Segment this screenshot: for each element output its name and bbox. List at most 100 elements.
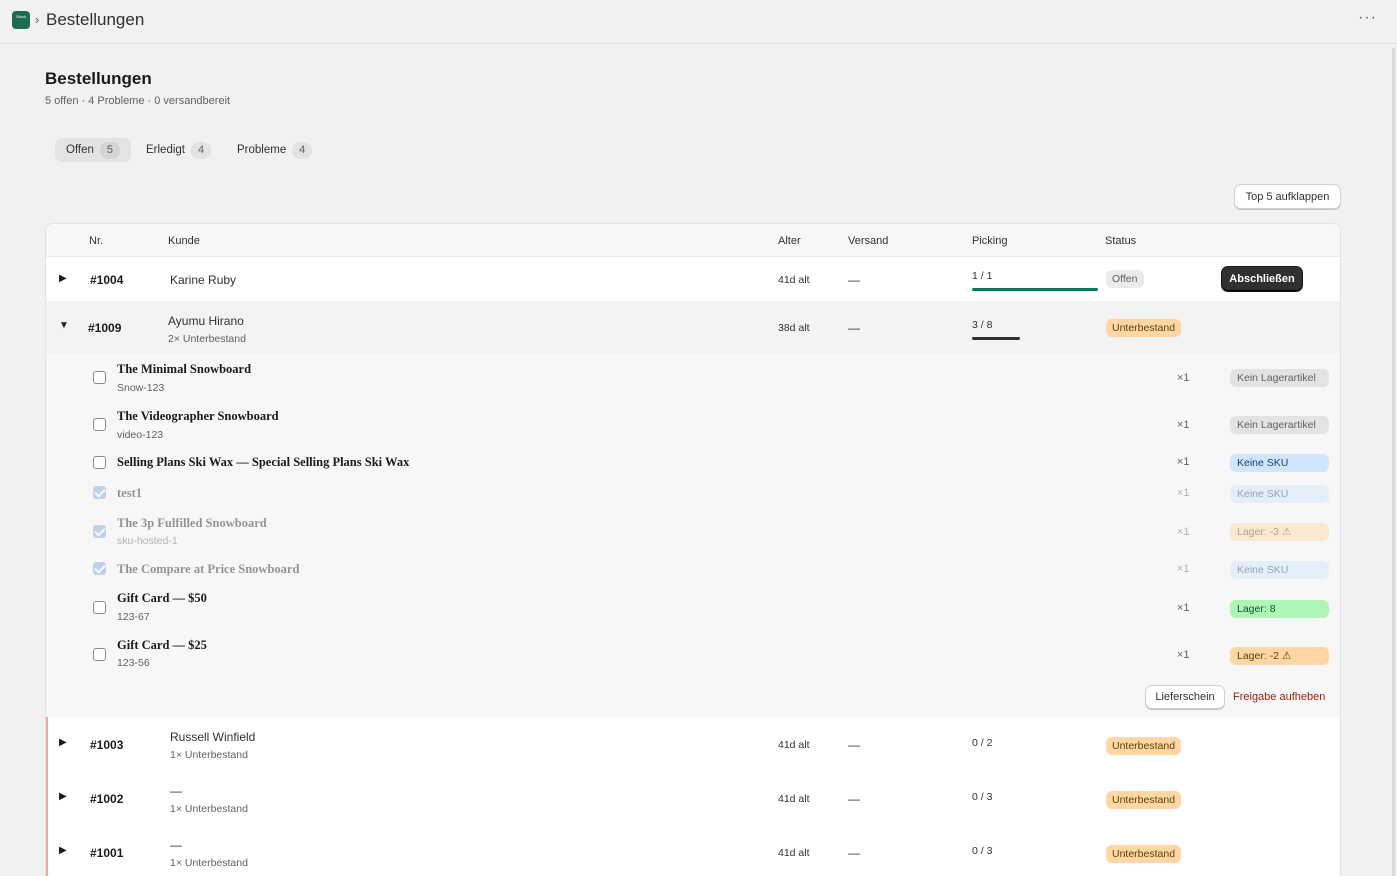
problem-marker bbox=[46, 717, 48, 771]
order-row-1002[interactable]: ▶ #1002 — 1× Unterbestand 41d alt — 0 / … bbox=[46, 771, 1340, 825]
order-number: #1002 bbox=[90, 792, 124, 806]
stock-badge: Lager: -3 ⚠ bbox=[1230, 523, 1329, 541]
picking-count: 1 / 1 bbox=[972, 270, 993, 282]
order-age: 41d alt bbox=[778, 739, 810, 751]
item-quantity: ×1 bbox=[1177, 526, 1190, 538]
customer-issue-summary: 1× Unterbestand bbox=[170, 749, 248, 761]
pick-checkbox[interactable] bbox=[93, 456, 106, 469]
packing-slip-button[interactable]: Lieferschein bbox=[1145, 685, 1225, 709]
picking-count: 0 / 2 bbox=[972, 737, 993, 749]
page-title: Bestellungen bbox=[45, 69, 152, 88]
item-quantity: ×1 bbox=[1177, 649, 1190, 661]
breadcrumb-chevron-icon: › bbox=[35, 12, 40, 27]
shipping-status: — bbox=[848, 321, 860, 335]
tab-count: 4 bbox=[292, 141, 313, 159]
tab-probleme[interactable]: Probleme 4 bbox=[226, 138, 323, 162]
line-item: The Videographer Snowboard video-123 ×1 … bbox=[46, 401, 1340, 448]
header-status: Status bbox=[1105, 235, 1137, 247]
pick-checkbox[interactable] bbox=[93, 418, 106, 431]
shipping-status: — bbox=[848, 792, 860, 806]
order-age: 41d alt bbox=[778, 274, 810, 286]
order-number: #1009 bbox=[88, 321, 122, 335]
pick-checkbox[interactable] bbox=[93, 486, 106, 499]
item-name: test1 bbox=[117, 486, 142, 500]
expand-caret-icon[interactable]: ▶ bbox=[59, 791, 67, 802]
line-item: The Compare at Price Snowboard ×1 Keine … bbox=[46, 554, 1340, 584]
shipping-status: — bbox=[848, 738, 860, 752]
app-logo-text: Stock bbox=[15, 14, 26, 19]
order-row-1004[interactable]: ▶ #1004 Karine Ruby 41d alt — 1 / 1 Offe… bbox=[46, 257, 1340, 301]
release-link[interactable]: Freigabe aufheben bbox=[1233, 691, 1325, 703]
customer-name: Russell Winfield bbox=[170, 730, 256, 744]
stock-badge: Lager: -2 ⚠ bbox=[1230, 647, 1329, 665]
line-item: Gift Card — $50 123-67 ×1 Lager: 8 bbox=[46, 584, 1340, 631]
problem-marker bbox=[46, 825, 48, 876]
line-item: The 3p Fulfilled Snowboard sku-hosted-1 … bbox=[46, 508, 1340, 554]
app-logo-icon[interactable]: Stock bbox=[12, 11, 30, 29]
pick-checkbox[interactable] bbox=[93, 601, 106, 614]
page-scrollbar[interactable] bbox=[1392, 48, 1395, 876]
item-quantity: ×1 bbox=[1177, 602, 1190, 614]
customer-issue-summary: 2× Unterbestand bbox=[168, 333, 246, 345]
tab-offen[interactable]: Offen 5 bbox=[55, 138, 131, 162]
order-row-1003[interactable]: ▶ #1003 Russell Winfield 1× Unterbestand… bbox=[46, 717, 1340, 771]
item-sku: sku-hosted-1 bbox=[117, 535, 178, 547]
customer-name: — bbox=[170, 838, 182, 852]
header-nr: Nr. bbox=[89, 235, 104, 247]
customer-issue-summary: 1× Unterbestand bbox=[170, 857, 248, 869]
header-versand: Versand bbox=[848, 235, 889, 247]
expand-top-five-button[interactable]: Top 5 aufklappen bbox=[1234, 184, 1341, 209]
status-badge: Offen bbox=[1106, 270, 1144, 288]
line-item: Selling Plans Ski Wax — Special Selling … bbox=[46, 448, 1340, 478]
picking-count: 0 / 3 bbox=[972, 791, 993, 803]
more-options-icon[interactable]: ··· bbox=[1358, 9, 1377, 27]
expand-caret-icon[interactable]: ▶ bbox=[59, 273, 67, 284]
stock-badge: Keine SKU bbox=[1230, 561, 1329, 579]
item-sku: Snow-123 bbox=[117, 382, 165, 394]
item-name: The Compare at Price Snowboard bbox=[117, 562, 300, 576]
line-item: test1 ×1 Keine SKU bbox=[46, 478, 1340, 508]
stock-badge: Lager: 8 bbox=[1230, 600, 1329, 618]
breadcrumb-title[interactable]: Bestellungen bbox=[46, 10, 144, 30]
collapse-caret-icon[interactable]: ▼ bbox=[59, 320, 69, 331]
tab-label: Offen bbox=[66, 144, 94, 156]
item-name: Gift Card — $50 bbox=[117, 591, 207, 605]
picking-progress-bar bbox=[972, 337, 1020, 340]
tab-erledigt[interactable]: Erledigt 4 bbox=[135, 138, 222, 162]
pick-checkbox[interactable] bbox=[93, 371, 106, 384]
customer-issue-summary: 1× Unterbestand bbox=[170, 803, 248, 815]
picking-count: 0 / 3 bbox=[972, 845, 993, 857]
status-badge: Unterbestand bbox=[1106, 737, 1182, 755]
item-name: Selling Plans Ski Wax — Special Selling … bbox=[117, 455, 410, 469]
expand-caret-icon[interactable]: ▶ bbox=[59, 845, 67, 856]
item-name: Gift Card — $25 bbox=[117, 638, 207, 652]
orders-table: Nr. Kunde Alter Versand Picking Status ▶… bbox=[45, 223, 1341, 876]
item-quantity: ×1 bbox=[1177, 487, 1190, 499]
order-row-1009[interactable]: ▼ #1009 Ayumu Hirano 2× Unterbestand 38d… bbox=[46, 301, 1340, 354]
expand-caret-icon[interactable]: ▶ bbox=[59, 737, 67, 748]
line-item: The Minimal Snowboard Snow-123 ×1 Kein L… bbox=[46, 354, 1340, 401]
pick-checkbox[interactable] bbox=[93, 562, 106, 575]
order-age: 38d alt bbox=[778, 322, 810, 334]
stock-badge: Keine SKU bbox=[1230, 485, 1329, 503]
tab-count: 5 bbox=[99, 141, 120, 159]
status-badge: Unterbestand bbox=[1106, 791, 1182, 809]
order-1009-items: The Minimal Snowboard Snow-123 ×1 Kein L… bbox=[46, 354, 1340, 717]
customer-name: Karine Ruby bbox=[170, 273, 237, 287]
customer-name: — bbox=[170, 784, 182, 798]
item-quantity: ×1 bbox=[1177, 419, 1190, 431]
pick-checkbox[interactable] bbox=[93, 648, 106, 661]
status-badge: Unterbestand bbox=[1106, 319, 1182, 337]
tab-count: 4 bbox=[191, 141, 211, 159]
order-age: 41d alt bbox=[778, 793, 810, 805]
status-badge: Unterbestand bbox=[1106, 845, 1182, 863]
header-kunde: Kunde bbox=[168, 235, 200, 247]
customer-name: Ayumu Hirano bbox=[168, 314, 244, 328]
page-summary: 5 offen · 4 Probleme · 0 versandbereit bbox=[45, 95, 231, 107]
order-row-1001[interactable]: ▶ #1001 — 1× Unterbestand 41d alt — 0 / … bbox=[46, 825, 1340, 876]
pick-checkbox[interactable] bbox=[93, 525, 106, 538]
complete-button[interactable]: Abschließen bbox=[1221, 266, 1303, 292]
picking-count: 3 / 8 bbox=[972, 319, 993, 331]
problem-marker bbox=[46, 771, 48, 825]
tab-label: Erledigt bbox=[146, 144, 185, 156]
